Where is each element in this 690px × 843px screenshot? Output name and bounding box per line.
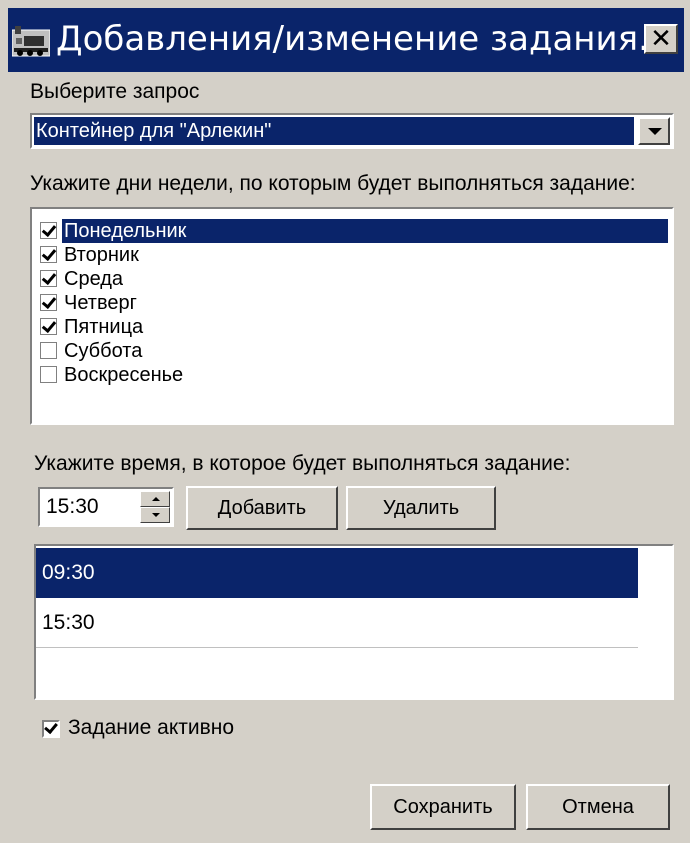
spin-buttons [140,491,170,523]
day-checkbox-monday[interactable] [40,222,57,239]
app-train-icon [12,26,50,57]
time-label: Укажите время, в которое будет выполнять… [34,452,571,475]
spin-up-icon[interactable] [140,491,170,507]
day-label-sunday: Воскресенье [64,364,184,386]
day-item-saturday[interactable]: Суббота [36,339,668,363]
time-list-item[interactable]: 15:30 [36,598,638,648]
day-checkbox-wednesday[interactable] [40,270,57,287]
day-item-thursday[interactable]: Четверг [36,291,668,315]
delete-time-button[interactable]: Удалить [346,486,496,530]
active-label: Задание активно [68,716,235,739]
save-button[interactable]: Сохранить [370,784,516,830]
day-item-monday[interactable]: Понедельник [36,219,668,243]
day-label-monday: Понедельник [62,219,668,243]
day-item-sunday[interactable]: Воскресенье [36,363,668,387]
day-label-wednesday: Среда [64,268,124,290]
window-title: Добавления/изменение задания... [56,19,671,59]
time-stepper[interactable]: 15:30 [38,487,174,527]
query-select-value: Контейнер для "Арлекин" [34,117,634,145]
add-time-button[interactable]: Добавить [186,486,338,530]
days-label: Укажите дни недели, по которым будет вып… [30,172,636,195]
title-bar[interactable]: Добавления/изменение задания... ✕ [8,8,684,72]
day-item-friday[interactable]: Пятница [36,315,668,339]
day-checkbox-thursday[interactable] [40,294,57,311]
day-item-wednesday[interactable]: Среда [36,267,668,291]
time-list-item[interactable]: 09:30 [36,548,638,598]
days-checklist[interactable]: Понедельник Вторник Среда Четверг Пятниц… [30,207,674,425]
day-checkbox-tuesday[interactable] [40,246,57,263]
day-label-saturday: Суббота [64,340,143,362]
day-label-thursday: Четверг [64,292,137,314]
close-button[interactable]: ✕ [644,24,678,54]
day-checkbox-friday[interactable] [40,318,57,335]
cancel-button[interactable]: Отмена [526,784,670,830]
chevron-down-icon[interactable] [638,117,670,145]
time-value[interactable]: 15:30 [46,491,99,523]
day-item-tuesday[interactable]: Вторник [36,243,668,267]
spin-down-icon[interactable] [140,507,170,523]
day-checkbox-saturday[interactable] [40,342,57,359]
time-list[interactable]: 09:30 15:30 [34,544,674,700]
query-select[interactable]: Контейнер для "Арлекин" [30,113,674,149]
day-checkbox-sunday[interactable] [40,366,57,383]
active-checkbox[interactable] [42,720,60,738]
day-label-tuesday: Вторник [64,244,139,266]
day-label-friday: Пятница [64,316,144,338]
query-label: Выберите запрос [30,80,200,103]
task-dialog: Добавления/изменение задания... ✕ Выбери… [0,0,690,843]
